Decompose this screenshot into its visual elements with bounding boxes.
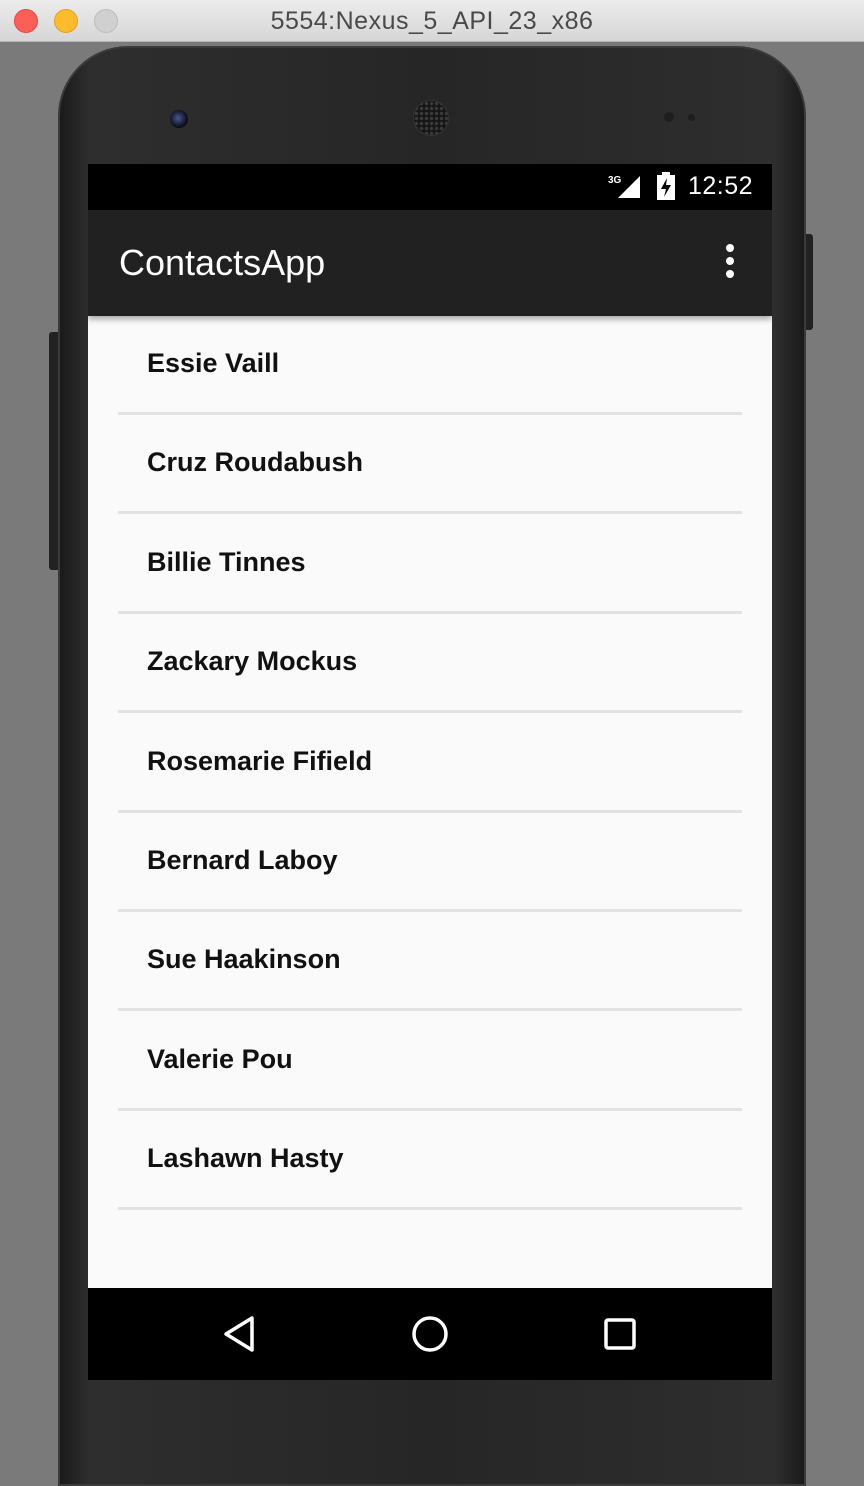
contact-name: Valerie Pou xyxy=(147,1044,293,1074)
earpiece-speaker-icon xyxy=(413,100,449,136)
overflow-dot xyxy=(726,244,734,252)
back-triangle-icon[interactable] xyxy=(218,1312,262,1356)
home-circle-icon[interactable] xyxy=(408,1312,452,1356)
contact-name: Billie Tinnes xyxy=(147,547,306,577)
proximity-sensor-icon xyxy=(664,112,674,122)
overflow-dot xyxy=(726,257,734,265)
network-type-label: 3G xyxy=(608,175,622,186)
power-button[interactable] xyxy=(806,234,813,330)
contact-name: Cruz Roudabush xyxy=(147,447,363,477)
contact-list-item[interactable]: Zackary Mockus xyxy=(118,614,742,713)
list-divider xyxy=(118,511,742,514)
list-divider xyxy=(118,1008,742,1011)
contact-name: Rosemarie Fifield xyxy=(147,746,373,776)
contact-name: Sue Haakinson xyxy=(147,944,341,974)
contact-list-item[interactable]: Billie Tinnes xyxy=(118,515,742,614)
list-divider xyxy=(118,1207,742,1210)
app-bar: ContactsApp xyxy=(88,210,772,316)
contact-name: Lashawn Hasty xyxy=(147,1143,344,1173)
contact-name: Zackary Mockus xyxy=(147,646,358,676)
contact-list-item[interactable]: Lashawn Hasty xyxy=(118,1111,742,1210)
contact-name: Essie Vaill xyxy=(147,348,280,378)
contact-list-item[interactable]: Valerie Pou xyxy=(118,1012,742,1111)
device-screen: 3G 12:52 ContactsApp Essie Vaill Cruz Ro… xyxy=(88,164,772,1380)
window-titlebar: 5554:Nexus_5_API_23_x86 xyxy=(0,0,864,42)
light-sensor-icon xyxy=(688,114,695,121)
status-bar: 3G 12:52 xyxy=(88,164,772,210)
overflow-dot xyxy=(726,270,734,278)
navigation-bar xyxy=(88,1288,772,1380)
contact-list-item[interactable]: Essie Vaill xyxy=(118,316,742,415)
cell-signal-icon: 3G xyxy=(608,175,640,198)
window-title: 5554:Nexus_5_API_23_x86 xyxy=(270,7,594,35)
contact-list-item[interactable]: Cruz Roudabush xyxy=(118,415,742,514)
contact-list-item[interactable]: Sue Haakinson xyxy=(118,912,742,1011)
more-vert-icon[interactable] xyxy=(714,240,746,286)
status-clock: 12:52 xyxy=(688,172,754,200)
contact-list-item[interactable]: Bernard Laboy xyxy=(118,813,742,912)
volume-button[interactable] xyxy=(49,332,58,570)
list-divider xyxy=(118,710,742,713)
contact-list-item[interactable]: Rosemarie Fifield xyxy=(118,714,742,813)
contact-name: Bernard Laboy xyxy=(147,845,338,875)
app-title: ContactsApp xyxy=(119,242,326,283)
battery-charging-icon xyxy=(657,172,675,200)
recents-square-icon[interactable] xyxy=(598,1312,642,1356)
front-camera-icon xyxy=(170,110,188,128)
